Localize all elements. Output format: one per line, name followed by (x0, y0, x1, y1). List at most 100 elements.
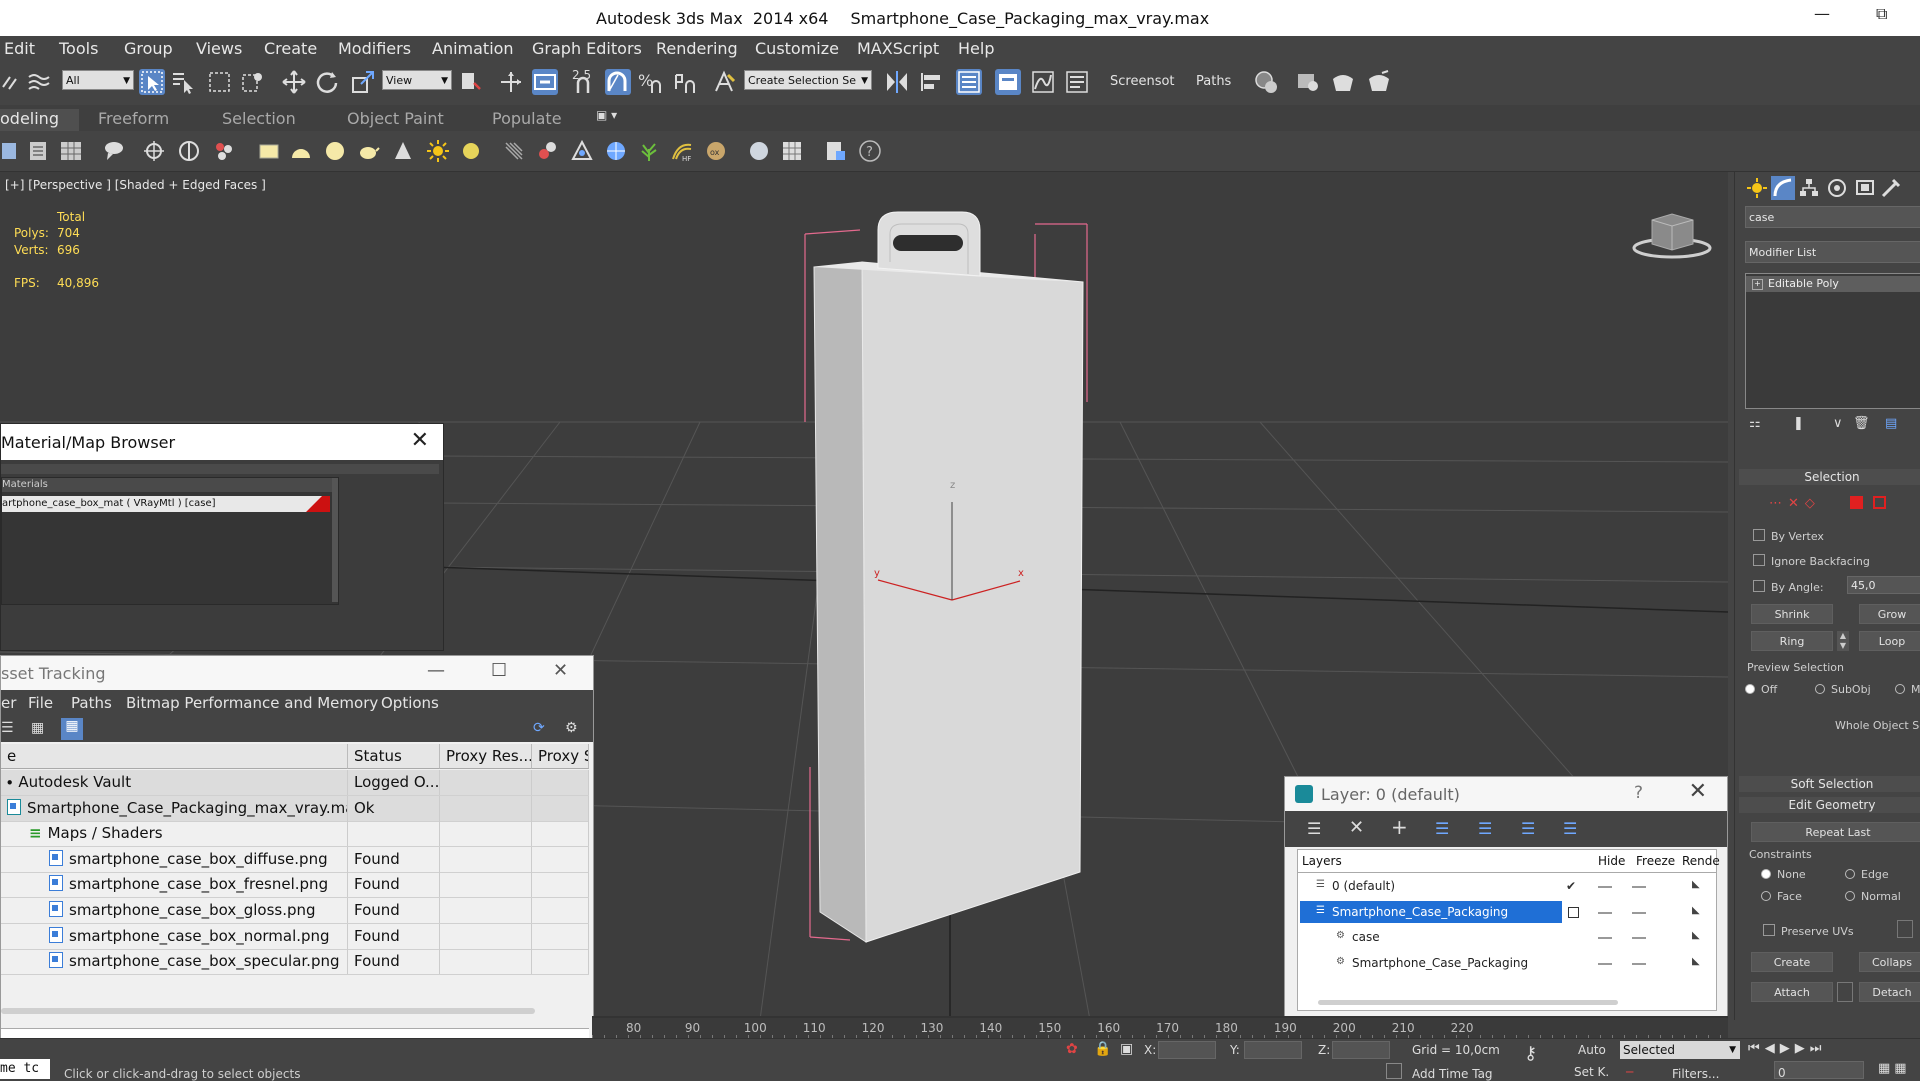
table-row[interactable]: Smartphone_Case_Packaging_max_vray.max Ok (1, 795, 589, 822)
reference-coordinate-dropdown[interactable]: View ▼ (382, 70, 452, 90)
show-end-result-icon[interactable]: ❚ (1793, 416, 1804, 431)
select-object-icon[interactable] (139, 69, 165, 95)
modify-tab-icon[interactable] (1771, 176, 1795, 200)
repeat-last-button[interactable]: Repeat Last (1751, 822, 1920, 842)
polygon-level-icon[interactable] (1850, 496, 1863, 509)
create-button[interactable]: Create (1751, 952, 1833, 972)
timeline-ruler[interactable]: 80 90 100 110 120 130 140 150 160 170 180 190 200 210… (592, 1016, 1728, 1040)
export-icon[interactable] (824, 139, 848, 163)
tab-selection[interactable]: Selection (222, 109, 296, 128)
menu-maxscript[interactable]: MAXScript (857, 39, 939, 58)
link-icon[interactable] (0, 69, 26, 95)
key-filter-selection-dropdown[interactable]: Selected ▼ (1620, 1041, 1740, 1059)
material-map-browser-dialog[interactable]: Material/Map Browser ✕ Materials artphon… (0, 423, 444, 651)
create-tab-icon[interactable] (1745, 176, 1769, 200)
detail-view-icon[interactable]: ▦ (31, 720, 44, 736)
edit-geometry-rollout-header[interactable]: Edit Geometry (1739, 797, 1920, 813)
freeze-all-layers-icon[interactable]: ☰ (1563, 819, 1577, 838)
asset-tracking-dialog[interactable]: sset Tracking — ☐ ✕ er File Paths Bitmap… (0, 655, 594, 1055)
hide-all-layers-icon[interactable]: ☰ (1521, 819, 1535, 838)
sphere-icon[interactable] (323, 139, 347, 163)
select-manipulate-icon[interactable] (498, 69, 524, 95)
hierarchy-icon[interactable] (177, 139, 201, 163)
close-icon[interactable]: ✕ (411, 428, 429, 453)
auto-key-button[interactable]: Auto (1578, 1043, 1606, 1057)
preview-subobj-radio[interactable]: SubObj (1815, 683, 1871, 696)
table-row[interactable]: ∙ Autodesk Vault Logged O... (1, 770, 589, 796)
hide-column[interactable]: Hide (1598, 850, 1625, 872)
configure-modifier-sets-icon[interactable]: ▤ (1885, 416, 1897, 431)
layer-explorer-icon[interactable] (995, 69, 1021, 95)
menu-customize[interactable]: Customize (755, 39, 839, 58)
menu-modifiers[interactable]: Modifiers (338, 39, 411, 58)
rectangular-selection-icon[interactable] (207, 69, 233, 95)
material-row[interactable]: artphone_case_box_mat ( VRayMtl ) [case] (2, 496, 330, 512)
menu-file[interactable]: File (28, 694, 53, 712)
pin-stack-icon[interactable]: ⚏ (1749, 416, 1761, 431)
window-crossing-icon[interactable] (240, 69, 266, 95)
maximize-button[interactable]: ☐ (491, 660, 507, 681)
table-row[interactable]: smartphone_case_box_fresnel.png Found (1, 872, 589, 899)
object-name-field[interactable]: case (1745, 206, 1920, 228)
hide-toggle[interactable] (1598, 886, 1612, 888)
selection-rollout-header[interactable]: Selection (1739, 469, 1920, 485)
close-icon[interactable]: ✕ (553, 660, 568, 681)
layer-row[interactable]: ☰ 0 (default) ✔ ◣ (1298, 874, 1716, 899)
proxy-icon[interactable] (570, 139, 594, 163)
schematic-view-icon[interactable] (1064, 69, 1090, 95)
isolate-selection-icon[interactable]: ✿ (1066, 1041, 1078, 1057)
set-key-icon[interactable]: ─ (1626, 1065, 1633, 1079)
soft-selection-rollout-header[interactable]: Soft Selection (1739, 776, 1920, 792)
screensot-label[interactable]: Screensot (1110, 74, 1175, 89)
hierarchy-tab-icon[interactable] (1797, 176, 1821, 200)
hair-icon[interactable]: HF (670, 139, 694, 163)
menu-rendering[interactable]: Rendering (656, 39, 738, 58)
set-key-button[interactable]: Set K. (1574, 1065, 1609, 1079)
constraint-face-radio[interactable]: Face (1761, 890, 1802, 903)
move-icon[interactable] (281, 69, 307, 95)
current-layer-check-icon[interactable]: ✔ (1566, 879, 1576, 893)
mirror-icon[interactable] (884, 69, 910, 95)
collapse-button[interactable]: Collaps (1859, 952, 1920, 972)
hide-toggle[interactable] (1598, 962, 1612, 965)
render-production-icon[interactable] (1366, 69, 1392, 95)
snaps-toggle-icon[interactable]: 2.5 (570, 68, 596, 95)
current-frame-field[interactable]: 0 (1774, 1061, 1864, 1080)
tab-object-paint[interactable]: Object Paint (347, 109, 444, 128)
sun-light-icon[interactable] (426, 139, 450, 163)
menu-group[interactable]: Group (124, 39, 173, 58)
subobject-level-icons[interactable]: ⋯✕◇ (1769, 496, 1821, 511)
hide-toggle[interactable] (1598, 937, 1612, 939)
preview-multi-radio[interactable]: M (1895, 683, 1920, 696)
add-time-tag-label[interactable]: Add Time Tag (1412, 1067, 1493, 1081)
help-button[interactable]: ? (1634, 783, 1643, 803)
shrink-button[interactable]: Shrink (1751, 604, 1833, 624)
material-browser-search-bar[interactable] (1, 464, 439, 474)
environment-icon[interactable] (604, 139, 628, 163)
help-icon[interactable]: ? (858, 139, 882, 163)
render-setup-icon[interactable] (1295, 69, 1321, 95)
materials-section-header[interactable]: Materials (2, 478, 332, 492)
material-browser-list[interactable]: Materials artphone_case_box_mat ( VRayMt… (1, 477, 339, 605)
select-by-name-icon[interactable] (170, 69, 196, 95)
column-proxy-resolution[interactable]: Proxy Res... (440, 744, 532, 769)
scene-list-icon[interactable] (26, 139, 50, 163)
preserve-uvs-checkbox[interactable]: Preserve UVs (1763, 924, 1854, 938)
close-icon[interactable]: ✕ (1689, 779, 1707, 804)
constraint-edge-radio[interactable]: Edge (1845, 868, 1889, 881)
tab-modeling[interactable]: odeling (0, 109, 79, 131)
menu-views[interactable]: Views (196, 39, 242, 58)
playback-controls[interactable]: ⏮◀▶▶⏭ (1748, 1041, 1826, 1056)
current-layer-box-icon[interactable] (1568, 906, 1579, 918)
menu-options[interactable]: Options (381, 694, 439, 712)
teapot-icon[interactable] (356, 139, 380, 163)
layer-horizontal-scrollbar[interactable] (1318, 1000, 1618, 1005)
time-tag-icon[interactable] (1386, 1063, 1402, 1079)
table-row[interactable]: smartphone_case_box_gloss.png Found (1, 898, 589, 924)
curve-editor-icon[interactable] (1030, 69, 1056, 95)
keyboard-shortcut-override-icon[interactable] (532, 69, 558, 95)
preview-off-radio[interactable]: Off (1745, 683, 1777, 696)
stack-item-editable-poly[interactable]: + Editable Poly (1746, 276, 1920, 292)
highlight-layer-icon[interactable]: ☰ (1478, 819, 1492, 838)
motion-tab-icon[interactable] (1825, 176, 1849, 200)
